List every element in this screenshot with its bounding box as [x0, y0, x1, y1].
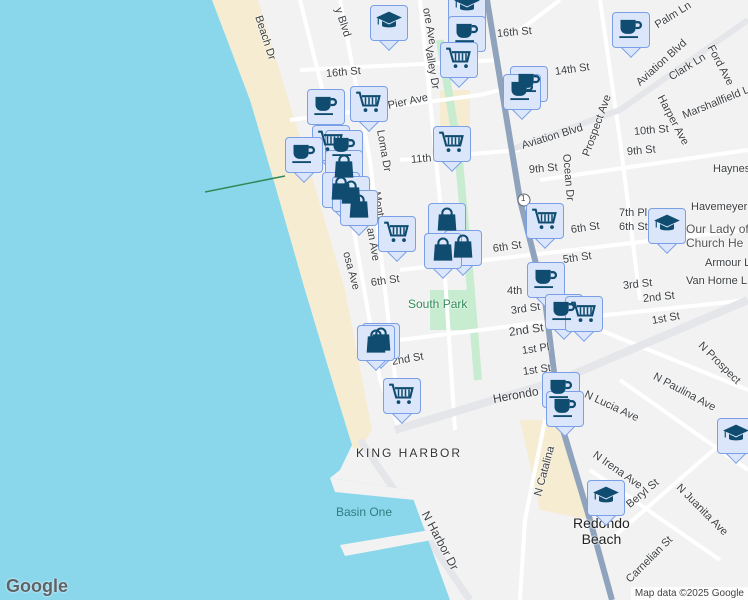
street-label: Armour L	[705, 257, 748, 269]
graduation-cap-icon	[592, 482, 620, 515]
marker-box	[612, 12, 650, 48]
shopping-cart-icon	[445, 44, 473, 77]
map-marker-cart[interactable]	[378, 216, 416, 262]
marker-box	[370, 5, 408, 41]
street-label: Van Horne L	[686, 275, 747, 287]
marker-box	[717, 418, 748, 454]
street-label: 4th	[507, 285, 523, 297]
marker-box	[433, 126, 471, 162]
map-marker-coffee[interactable]	[612, 12, 650, 58]
map-marker-bag[interactable]	[424, 233, 462, 279]
map-marker-cart[interactable]	[526, 203, 564, 249]
marker-box	[424, 233, 462, 269]
map-marker-cart[interactable]	[565, 296, 603, 342]
marker-box	[383, 378, 421, 414]
place-label-king-harbor: KING HARBOR	[356, 446, 463, 460]
marker-box	[440, 42, 478, 78]
marker-box	[357, 325, 395, 361]
map-marker-school[interactable]	[587, 480, 625, 526]
marker-box	[587, 480, 625, 516]
marker-box	[340, 190, 378, 226]
street-label: 1	[521, 194, 526, 203]
street-label: 9th St	[626, 143, 657, 158]
coffee-cup-icon	[532, 264, 560, 297]
graduation-cap-icon	[653, 210, 681, 243]
street-label: 9th St	[528, 161, 559, 176]
coffee-cup-icon	[617, 14, 645, 47]
coffee-cup-icon	[551, 393, 579, 426]
map-marker-school[interactable]	[370, 5, 408, 51]
shopping-cart-icon	[438, 128, 466, 161]
marker-box	[285, 137, 323, 173]
street-label: 6th St	[619, 221, 648, 233]
marker-box	[648, 208, 686, 244]
map-marker-bag[interactable]	[340, 190, 378, 236]
shopping-cart-icon	[570, 298, 598, 331]
marker-box	[526, 203, 564, 239]
map-marker-coffee[interactable]	[285, 137, 323, 183]
map-marker-cart[interactable]	[433, 126, 471, 172]
street-label: Haynes	[713, 163, 748, 175]
marker-box	[350, 86, 388, 122]
map-marker-school[interactable]	[717, 418, 748, 464]
marker-box	[307, 89, 345, 125]
shopping-cart-icon	[383, 218, 411, 251]
shopping-bag-icon	[429, 235, 457, 268]
coffee-cup-icon	[508, 76, 536, 109]
street-label: 11th	[410, 152, 433, 166]
shopping-cart-icon	[355, 88, 383, 121]
map-marker-bag[interactable]	[357, 325, 395, 371]
place-label-basin-one: Basin One	[336, 505, 393, 519]
shopping-bag-icon	[345, 192, 373, 225]
coffee-cup-icon	[312, 91, 340, 124]
marker-box	[565, 296, 603, 332]
street-label: Our Lady of Church He	[686, 222, 748, 250]
shopping-cart-icon	[388, 380, 416, 413]
map-marker-cart[interactable]	[440, 42, 478, 88]
google-logo[interactable]: Google	[6, 576, 68, 597]
map-marker-cart[interactable]	[350, 86, 388, 132]
marker-box	[503, 74, 541, 110]
map-marker-cart[interactable]	[383, 378, 421, 424]
graduation-cap-icon	[722, 420, 748, 453]
map-attribution[interactable]: Map data ©2025 Google	[630, 587, 748, 600]
street-label: 7th Pl	[619, 207, 648, 219]
map-marker-coffee[interactable]	[503, 74, 541, 120]
street-label: Havemeyer	[691, 201, 748, 213]
coffee-cup-icon	[290, 139, 318, 172]
map-marker-school[interactable]	[648, 208, 686, 254]
marker-box	[527, 262, 565, 298]
place-label-south-park: South Park	[408, 297, 468, 311]
marker-box	[546, 391, 584, 427]
map-marker-coffee[interactable]	[546, 391, 584, 437]
graduation-cap-icon	[375, 7, 403, 40]
shopping-cart-icon	[531, 205, 559, 238]
marker-box	[378, 216, 416, 252]
shopping-bag-icon	[362, 327, 390, 360]
